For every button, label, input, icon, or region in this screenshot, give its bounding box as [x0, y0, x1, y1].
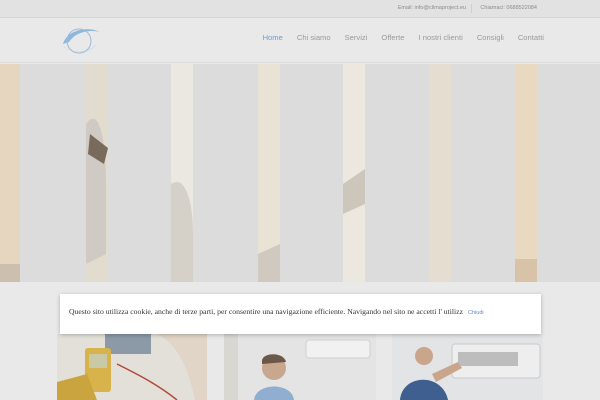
hero-slider — [0, 64, 600, 282]
site-logo[interactable] — [57, 24, 101, 58]
hero-panel — [451, 64, 515, 282]
cookie-message: Questo sito utilizza cookie, anche di te… — [69, 307, 464, 316]
service-image — [392, 334, 543, 400]
nav-chi-siamo[interactable]: Chi siamo — [297, 33, 331, 42]
logo-icon — [63, 28, 100, 54]
nav-contatti[interactable]: Contatti — [518, 33, 544, 42]
divider — [471, 4, 472, 13]
nav-consigli[interactable]: Consigli — [477, 33, 504, 42]
main-nav: Home Chi siamo Servizi Offerte I nostri … — [249, 33, 544, 42]
hero-panel — [20, 64, 86, 282]
cookie-banner: Questo sito utilizza cookie, anche di te… — [60, 294, 541, 334]
service-tile-electrician[interactable] — [57, 334, 207, 400]
hero-panel — [108, 64, 171, 282]
contact-phone[interactable]: Chiamaci: 0688522084 — [480, 5, 537, 11]
hero-panel — [280, 64, 343, 282]
site-header: Home Chi siamo Servizi Offerte I nostri … — [0, 19, 600, 63]
service-image — [57, 334, 207, 400]
hero-panel — [537, 64, 600, 282]
service-tile-maintenance[interactable] — [392, 334, 543, 400]
hero-panel — [193, 64, 258, 282]
nav-clienti[interactable]: I nostri clienti — [418, 33, 462, 42]
nav-home[interactable]: Home — [263, 33, 283, 42]
top-bar: Email: info@climaproject.eu Chiamaci: 06… — [0, 0, 600, 18]
nav-servizi[interactable]: Servizi — [345, 33, 368, 42]
hero-panel — [365, 64, 429, 282]
contact-email[interactable]: Email: info@climaproject.eu — [398, 5, 466, 11]
cookie-close-button[interactable]: Chiudi — [468, 310, 484, 316]
nav-offerte[interactable]: Offerte — [381, 33, 404, 42]
service-image — [224, 334, 376, 400]
service-tile-installation[interactable] — [224, 334, 376, 400]
